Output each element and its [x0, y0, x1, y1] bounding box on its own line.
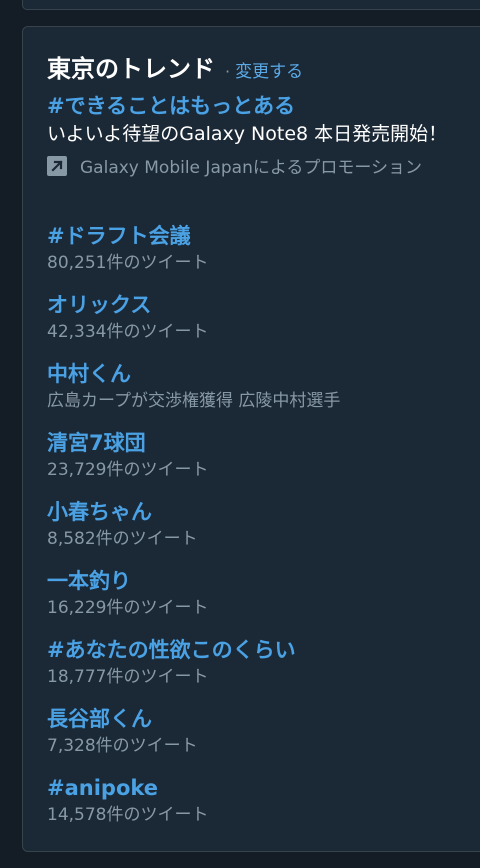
- trend-item[interactable]: 長谷部くん 7,328件のツイート: [47, 706, 467, 757]
- trends-header: 東京のトレンド · 変更する: [47, 49, 303, 84]
- trend-item[interactable]: #ドラフト会議 80,251件のツイート: [47, 223, 467, 274]
- trend-item[interactable]: #anipoke 14,578件のツイート: [47, 775, 467, 826]
- trend-tweet-count: 8,582件のツイート: [47, 529, 198, 549]
- trends-title: 東京のトレンド: [47, 55, 215, 83]
- promoted-trend[interactable]: #できることはもっとある いよいよ待望のGalaxy Note8 本日発売開始！…: [47, 93, 467, 178]
- trend-name[interactable]: 小春ちゃん: [47, 499, 467, 525]
- trend-name[interactable]: 清宮7球団: [47, 430, 467, 456]
- trend-context: 広島カープが交渉権獲得 広陵中村選手: [47, 391, 341, 411]
- trend-name[interactable]: #ドラフト会議: [47, 223, 467, 249]
- promoted-trend-name[interactable]: #できることはもっとある: [47, 93, 467, 119]
- trend-name[interactable]: #anipoke: [47, 775, 467, 801]
- trend-tweet-count: 7,328件のツイート: [47, 736, 198, 756]
- promoter-label: Galaxy Mobile Japanによるプロモーション: [80, 158, 422, 178]
- promoted-by-line: Galaxy Mobile Japanによるプロモーション: [47, 153, 467, 178]
- promoted-trend-description: いよいよ待望のGalaxy Note8 本日発売開始！: [47, 123, 448, 145]
- trend-tweet-count: 42,334件のツイート: [47, 322, 209, 342]
- trends-card: 東京のトレンド · 変更する #できることはもっとある いよいよ待望のGalax…: [22, 26, 480, 852]
- trend-item[interactable]: #あなたの性欲このくらい 18,777件のツイート: [47, 637, 467, 688]
- trend-name[interactable]: #あなたの性欲このくらい: [47, 637, 467, 663]
- trend-name[interactable]: 中村くん: [47, 361, 467, 387]
- trend-name[interactable]: 長谷部くん: [47, 706, 467, 732]
- trend-item[interactable]: オリックス 42,334件のツイート: [47, 292, 467, 343]
- trend-tweet-count: 18,777件のツイート: [47, 667, 209, 687]
- trend-tweet-count: 23,729件のツイート: [47, 460, 209, 480]
- trend-tweet-count: 80,251件のツイート: [47, 253, 209, 273]
- trend-item[interactable]: 中村くん 広島カープが交渉権獲得 広陵中村選手: [47, 361, 467, 412]
- header-separator: ·: [225, 62, 231, 81]
- trend-name[interactable]: 一本釣り: [47, 568, 467, 594]
- change-location-link[interactable]: 変更する: [235, 57, 303, 82]
- promoted-arrow-icon: [47, 155, 67, 176]
- trend-name[interactable]: オリックス: [47, 292, 467, 318]
- trend-tweet-count: 14,578件のツイート: [47, 805, 209, 825]
- trend-item[interactable]: 小春ちゃん 8,582件のツイート: [47, 499, 467, 550]
- trend-tweet-count: 16,229件のツイート: [47, 598, 209, 618]
- previous-card-edge: [22, 0, 480, 10]
- trend-item[interactable]: 清宮7球団 23,729件のツイート: [47, 430, 467, 481]
- trend-item[interactable]: 一本釣り 16,229件のツイート: [47, 568, 467, 619]
